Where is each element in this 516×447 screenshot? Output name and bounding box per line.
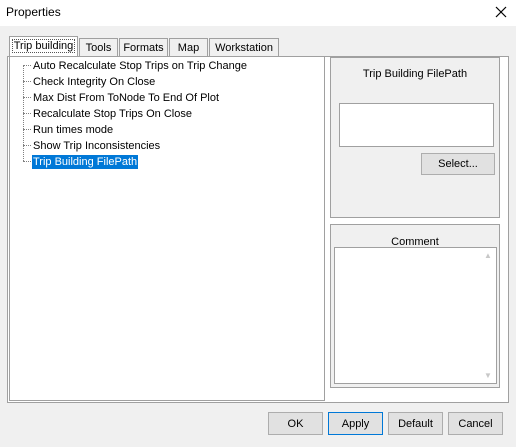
- tree-connector: [23, 145, 31, 146]
- default-button[interactable]: Default: [388, 412, 443, 435]
- tree-item-trip-building-filepath[interactable]: Trip Building FilePath: [32, 155, 139, 169]
- default-button-label: Default: [398, 417, 433, 430]
- tree-item-label: Recalculate Stop Trips On Close: [33, 108, 192, 120]
- tab-workstation[interactable]: Workstation: [209, 38, 279, 58]
- value-panel: Trip Building FilePath Select...: [330, 57, 500, 218]
- close-button[interactable]: [490, 2, 512, 22]
- tree-item-label: Show Trip Inconsistencies: [33, 140, 161, 152]
- tab-formats[interactable]: Formats: [119, 38, 168, 58]
- scroll-up-icon[interactable]: ▲: [484, 251, 492, 260]
- tree-item-label: Auto Recalculate Stop Trips on Trip Chan…: [33, 60, 248, 72]
- tree-item-run-times-mode[interactable]: Run times mode: [32, 123, 114, 137]
- tab-label: Map: [177, 42, 200, 54]
- tree-item-auto-recalculate[interactable]: Auto Recalculate Stop Trips on Trip Chan…: [32, 59, 248, 73]
- title-bar: Properties: [0, 0, 516, 26]
- property-tree[interactable]: Auto Recalculate Stop Trips on Trip Chan…: [9, 56, 325, 401]
- tree-item-recalculate-stop-trips[interactable]: Recalculate Stop Trips On Close: [32, 107, 193, 121]
- tree-item-check-integrity[interactable]: Check Integrity On Close: [32, 75, 156, 89]
- tab-label: Trip building: [11, 39, 76, 53]
- close-icon: [495, 6, 507, 18]
- cancel-button-label: Cancel: [458, 417, 493, 430]
- tree-connector: [23, 97, 31, 98]
- tree-connector: [23, 113, 31, 114]
- tree-connector: [23, 161, 31, 162]
- comment-panel: Comment ▲ ▼: [330, 224, 500, 388]
- tree-item-label: Max Dist From ToNode To End Of Plot: [33, 92, 220, 104]
- tab-map[interactable]: Map: [169, 38, 208, 58]
- tree-item-max-dist[interactable]: Max Dist From ToNode To End Of Plot: [32, 91, 220, 105]
- ok-button[interactable]: OK: [268, 412, 323, 435]
- tab-label: Formats: [123, 42, 164, 54]
- tab-trip-building[interactable]: Trip building: [9, 36, 78, 58]
- tab-label: Tools: [85, 42, 112, 54]
- window-title: Properties: [6, 5, 61, 19]
- tree-connector: [23, 129, 31, 130]
- comment-scrollbar[interactable]: ▲ ▼: [480, 248, 496, 383]
- select-button[interactable]: Select...: [421, 153, 495, 175]
- comment-text-area[interactable]: ▲ ▼: [334, 247, 497, 384]
- filepath-value-field[interactable]: [339, 103, 494, 147]
- cancel-button[interactable]: Cancel: [448, 412, 503, 435]
- scroll-down-icon[interactable]: ▼: [484, 371, 492, 380]
- tree-item-show-inconsistencies[interactable]: Show Trip Inconsistencies: [32, 139, 161, 153]
- tree-item-label: Check Integrity On Close: [33, 76, 156, 88]
- tab-tools[interactable]: Tools: [79, 38, 118, 58]
- tree-item-label: Run times mode: [33, 124, 114, 136]
- apply-button-label: Apply: [341, 417, 370, 430]
- tree-connector: [23, 65, 31, 66]
- tree-connector: [23, 81, 31, 82]
- ok-button-label: OK: [287, 417, 304, 430]
- apply-button[interactable]: Apply: [328, 412, 383, 435]
- value-panel-title: Trip Building FilePath: [362, 68, 468, 80]
- select-button-label: Select...: [438, 158, 478, 170]
- tree-item-label: Trip Building FilePath: [33, 156, 138, 168]
- tab-label: Workstation: [215, 42, 273, 54]
